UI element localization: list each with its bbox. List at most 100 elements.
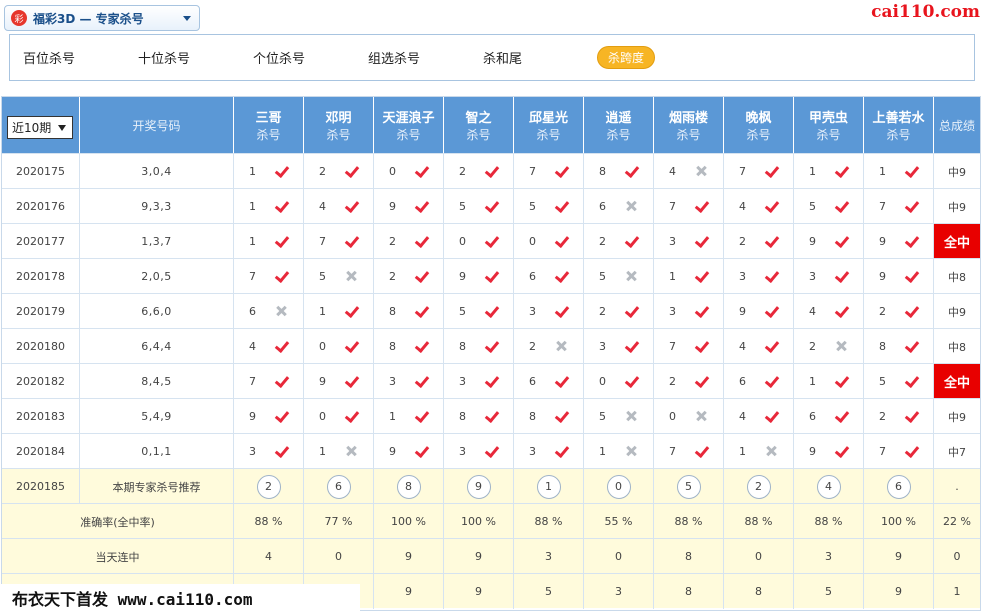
expert-name: 智之 — [465, 111, 492, 126]
tab-tens[interactable]: 十位杀号 — [138, 48, 190, 67]
max-streak-row-value: 9 — [374, 574, 444, 609]
tab-hundreds[interactable]: 百位杀号 — [23, 48, 75, 67]
table-row: 2020176 9,3,3 1 4 9 5 5 6 7 4 5 7 中9 — [2, 188, 980, 224]
check-icon — [764, 199, 780, 213]
check-icon — [274, 409, 290, 423]
check-icon — [904, 409, 920, 423]
check-icon — [274, 164, 290, 178]
check-icon — [554, 234, 570, 248]
expert-header[interactable]: 逍遥 杀号 — [584, 97, 654, 153]
tab-sum-tail[interactable]: 杀和尾 — [483, 48, 522, 67]
kill-pick-cell: 7 — [724, 154, 794, 189]
accuracy-row-value: 88 % — [234, 504, 304, 539]
kill-pick-cell: 1 — [794, 154, 864, 189]
check-icon — [414, 199, 430, 213]
expert-header[interactable]: 晚枫 杀号 — [724, 97, 794, 153]
check-icon — [834, 199, 850, 213]
max-streak-row-value: 8 — [654, 574, 724, 609]
kill-pick-number: 4 — [809, 305, 816, 318]
expert-header[interactable]: 烟雨楼 杀号 — [654, 97, 724, 153]
kill-pick-number: 8 — [529, 410, 536, 423]
total-score-cell: 中8 — [948, 270, 966, 284]
expert-header[interactable]: 邓明 杀号 — [304, 97, 374, 153]
kill-pick-cell: 8 — [374, 294, 444, 329]
kill-pick-cell: 4 — [724, 189, 794, 224]
max-streak-row-total: 1 — [953, 585, 961, 598]
check-icon — [554, 444, 570, 458]
kill-pick-cell: 7 — [514, 154, 584, 189]
kill-pick-cell: 9 — [864, 224, 934, 259]
issue-cell: 2020177 — [2, 224, 80, 259]
kill-pick-cell: 7 — [864, 189, 934, 224]
kill-pick-number: 9 — [809, 235, 816, 248]
check-icon — [694, 269, 710, 283]
kill-pick-cell: 1 — [234, 224, 304, 259]
site-logo[interactable]: cai110.com — [871, 2, 980, 22]
kill-pick-cell: 0 — [304, 399, 374, 434]
recommend-pick-cell: 0 — [584, 469, 654, 504]
kill-pick-number: 9 — [879, 270, 886, 283]
kill-pick-number: 6 — [529, 270, 536, 283]
kill-pick-cell: 1 — [864, 154, 934, 189]
chevron-down-icon — [183, 16, 191, 21]
check-icon — [764, 164, 780, 178]
kill-pick-cell: 9 — [304, 364, 374, 399]
lottery-selector[interactable]: 彩 福彩3D — 专家杀号 — [4, 5, 200, 31]
check-icon — [764, 339, 780, 353]
expert-sub: 杀号 — [816, 128, 841, 142]
kill-pick-number: 1 — [809, 165, 816, 178]
tab-span[interactable]: 杀跨度 — [597, 46, 656, 69]
kill-pick-number: 7 — [249, 270, 256, 283]
kill-pick-cell: 3 — [514, 294, 584, 329]
kill-pick-cell: 9 — [794, 224, 864, 259]
kill-pick-cell: 4 — [304, 189, 374, 224]
expert-header[interactable]: 上善若水 杀号 — [864, 97, 934, 153]
tab-group[interactable]: 组选杀号 — [368, 48, 420, 67]
expert-header[interactable]: 三哥 杀号 — [234, 97, 304, 153]
kill-pick-cell: 6 — [514, 259, 584, 294]
check-icon — [694, 234, 710, 248]
kill-pick-cell: 0 — [444, 224, 514, 259]
table-row: 2020175 3,0,4 1 2 0 2 7 8 4 7 1 1 中9 — [2, 153, 980, 189]
recommend-pick-ball: 1 — [536, 474, 561, 499]
kill-pick-cell: 0 — [304, 329, 374, 364]
kill-pick-number: 5 — [599, 410, 606, 423]
check-icon — [344, 409, 360, 423]
kill-pick-cell: 0 — [654, 399, 724, 434]
kill-pick-cell: 3 — [514, 434, 584, 469]
lottery-selector-label: 福彩3D — 专家杀号 — [33, 11, 144, 26]
kill-pick-cell: 3 — [584, 329, 654, 364]
check-icon — [904, 234, 920, 248]
period-select[interactable]: 近10期 — [7, 116, 73, 139]
expert-header[interactable]: 邱星光 杀号 — [514, 97, 584, 153]
check-icon — [694, 199, 710, 213]
kill-pick-cell: 4 — [794, 294, 864, 329]
cross-icon — [624, 444, 640, 458]
check-icon — [554, 304, 570, 318]
kill-pick-cell: 7 — [654, 189, 724, 224]
expert-header[interactable]: 智之 杀号 — [444, 97, 514, 153]
kill-pick-number: 8 — [389, 340, 396, 353]
check-icon — [414, 269, 430, 283]
tab-units[interactable]: 个位杀号 — [253, 48, 305, 67]
kill-pick-cell: 5 — [794, 189, 864, 224]
check-icon — [484, 374, 500, 388]
cross-icon — [554, 339, 570, 353]
expert-header[interactable]: 甲壳虫 杀号 — [794, 97, 864, 153]
kill-pick-number: 0 — [599, 375, 606, 388]
kill-pick-cell: 9 — [724, 294, 794, 329]
expert-name: 三哥 — [255, 111, 282, 126]
kill-pick-cell: 2 — [584, 294, 654, 329]
kill-pick-number: 2 — [739, 235, 746, 248]
kill-pick-number: 2 — [389, 235, 396, 248]
expert-name: 甲壳虫 — [808, 111, 848, 126]
streak-row-value: 4 — [234, 539, 304, 574]
streak-row-value: 9 — [374, 539, 444, 574]
kill-pick-number: 2 — [459, 165, 466, 178]
draw-header-label: 开奖号码 — [132, 118, 181, 133]
kill-pick-number: 2 — [669, 375, 676, 388]
kill-pick-cell: 2 — [794, 329, 864, 364]
kill-pick-cell: 8 — [444, 399, 514, 434]
expert-header[interactable]: 天涯浪子 杀号 — [374, 97, 444, 153]
kill-pick-number: 2 — [599, 235, 606, 248]
